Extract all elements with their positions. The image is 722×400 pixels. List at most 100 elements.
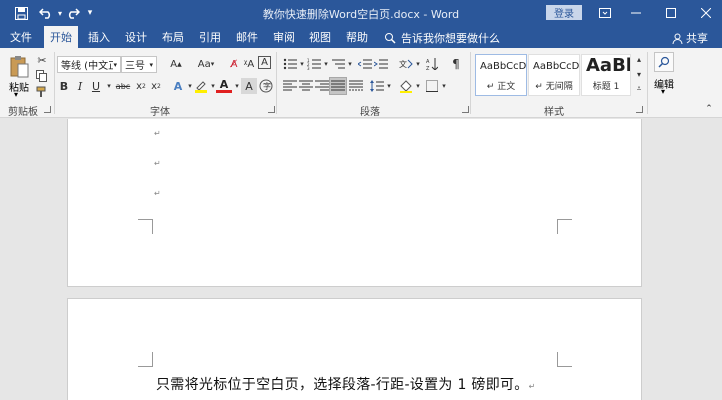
login-button[interactable]: 登录 bbox=[546, 5, 582, 20]
font-launcher-icon[interactable] bbox=[268, 106, 275, 113]
styles-scroll-up-icon[interactable]: ▴ bbox=[634, 52, 644, 66]
grow-font-icon[interactable]: A ▲ bbox=[168, 56, 184, 72]
paste-dropdown-icon[interactable]: ▾ bbox=[14, 90, 18, 99]
svg-text:文: 文 bbox=[399, 59, 407, 69]
title-bar: ▾ ▾ 教你快速删除Word空白页.docx - Word 登录 bbox=[0, 0, 722, 26]
close-icon[interactable] bbox=[695, 3, 717, 23]
format-painter-icon[interactable] bbox=[34, 84, 50, 100]
maximize-icon[interactable] bbox=[660, 3, 682, 23]
tab-design[interactable]: 设计 bbox=[119, 26, 153, 48]
align-center-icon[interactable] bbox=[298, 78, 314, 94]
sort-icon[interactable]: AZ bbox=[424, 56, 440, 72]
italic-icon[interactable]: I bbox=[72, 78, 88, 94]
tab-view[interactable]: 视图 bbox=[303, 26, 337, 48]
strikethrough-icon[interactable]: abc bbox=[114, 78, 132, 94]
svg-text:字: 字 bbox=[263, 81, 271, 91]
redo-icon[interactable] bbox=[64, 4, 82, 22]
styles-more-icon[interactable]: ⩡ bbox=[634, 82, 644, 96]
chevron-down-icon[interactable]: ▾ bbox=[661, 87, 665, 96]
svg-text:A: A bbox=[426, 59, 430, 65]
paragraph-mark: ↵ bbox=[528, 382, 536, 391]
page[interactable]: ↵ ↵ ↵ bbox=[67, 119, 642, 287]
crop-mark bbox=[138, 219, 153, 234]
phonetic-guide-icon[interactable]: ᵡA bbox=[241, 56, 257, 72]
tab-help[interactable]: 帮助 bbox=[340, 26, 374, 48]
distributed-icon[interactable] bbox=[348, 78, 364, 94]
tell-me-box[interactable]: 告诉我你想要做什么 bbox=[384, 30, 500, 45]
style-heading-1[interactable]: AaBl 标题 1 bbox=[581, 54, 631, 96]
minimize-icon[interactable] bbox=[625, 3, 647, 23]
increase-indent-icon[interactable] bbox=[373, 56, 389, 72]
decrease-indent-icon[interactable] bbox=[357, 56, 373, 72]
chevron-down-icon[interactable]: ▾ bbox=[436, 78, 452, 94]
paragraph-group-label: 段落 bbox=[360, 107, 380, 118]
paragraph-mark: ↵ bbox=[154, 159, 161, 168]
character-shading-icon[interactable]: A bbox=[241, 78, 257, 94]
tab-insert[interactable]: 插入 bbox=[82, 26, 116, 48]
share-label: 共享 bbox=[686, 32, 708, 45]
style-no-spacing[interactable]: AaBbCcDi ↵ 无间隔 bbox=[528, 54, 580, 96]
style-sample: AaBl bbox=[586, 55, 631, 76]
show-marks-icon[interactable]: ¶ bbox=[448, 56, 464, 72]
chevron-down-icon: ▾ bbox=[149, 60, 153, 69]
body-text: 只需将光标位于空白页，选择段落-行距-设置为 1 磅即可。 bbox=[156, 377, 529, 393]
group-divider bbox=[470, 52, 471, 114]
style-normal[interactable]: AaBbCcDi ↵ 正文 bbox=[475, 54, 527, 96]
font-name-combo[interactable]: 等线 (中文正文 ▾ bbox=[57, 56, 121, 73]
body-paragraph[interactable]: 只需将光标位于空白页，选择段落-行距-设置为 1 磅即可。↵ bbox=[156, 374, 536, 394]
align-left-icon[interactable] bbox=[282, 78, 298, 94]
undo-icon[interactable] bbox=[36, 4, 56, 22]
bold-icon[interactable]: B bbox=[56, 78, 72, 94]
clipboard-launcher-icon[interactable] bbox=[44, 106, 51, 113]
clear-format-icon[interactable]: A̸ bbox=[226, 56, 242, 72]
share-button[interactable]: 共享 bbox=[672, 30, 708, 46]
save-icon[interactable] bbox=[12, 4, 30, 22]
tab-references[interactable]: 引用 bbox=[193, 26, 227, 48]
collapse-ribbon-icon[interactable]: ⌃ bbox=[704, 104, 714, 114]
superscript-icon[interactable]: x2 bbox=[148, 78, 164, 94]
paste-icon[interactable] bbox=[8, 53, 30, 79]
ribbon: 粘贴 ▾ ✂ 剪贴板 等线 (中文正文 ▾ 三号 ▾ A▲ Aa▾ A̸ ᵡA … bbox=[0, 48, 722, 118]
tell-me-label: 告诉我你想要做什么 bbox=[401, 31, 500, 45]
tab-home[interactable]: 开始 bbox=[44, 26, 78, 48]
chevron-down-icon[interactable]: ▾ bbox=[381, 78, 397, 94]
person-icon bbox=[672, 33, 683, 44]
lightbulb-icon bbox=[385, 32, 396, 44]
search-icon[interactable] bbox=[654, 52, 674, 72]
crop-mark bbox=[557, 219, 572, 234]
group-divider bbox=[276, 52, 277, 114]
tab-layout[interactable]: 布局 bbox=[156, 26, 190, 48]
page[interactable]: 只需将光标位于空白页，选择段落-行距-设置为 1 磅即可。↵ bbox=[67, 298, 642, 400]
style-name: ↵ 正文 bbox=[486, 82, 516, 92]
tab-file[interactable]: 文件 bbox=[4, 26, 38, 48]
align-right-icon[interactable] bbox=[314, 78, 330, 94]
styles-launcher-icon[interactable] bbox=[636, 106, 643, 113]
paragraph-launcher-icon[interactable] bbox=[462, 106, 469, 113]
ribbon-tabs: 文件 开始 插入 设计 布局 引用 邮件 审阅 视图 帮助 告诉我你想要做什么 … bbox=[0, 26, 722, 48]
group-divider bbox=[54, 52, 55, 114]
change-case-icon[interactable]: Aa ▾ bbox=[194, 56, 218, 72]
styles-scroll-down-icon[interactable]: ▾ bbox=[634, 67, 644, 81]
customize-icon[interactable]: ▾ bbox=[85, 4, 95, 22]
subscript-icon[interactable]: x2 bbox=[133, 78, 149, 94]
tab-review[interactable]: 审阅 bbox=[267, 26, 301, 48]
group-divider bbox=[647, 52, 648, 114]
undo-dropdown-icon[interactable]: ▾ bbox=[56, 4, 64, 22]
ribbon-display-icon[interactable] bbox=[594, 3, 616, 23]
tab-mailings[interactable]: 邮件 bbox=[230, 26, 264, 48]
style-name: ↵ 无间隔 bbox=[535, 82, 573, 92]
crop-mark bbox=[138, 352, 153, 367]
character-border-icon[interactable]: A bbox=[258, 56, 271, 69]
cut-icon[interactable]: ✂ bbox=[34, 52, 50, 68]
paragraph-mark: ↵ bbox=[154, 129, 161, 138]
enclose-characters-icon[interactable]: 字 bbox=[258, 78, 274, 94]
paragraph-mark: ↵ bbox=[154, 189, 161, 198]
font-size-value: 三号 bbox=[125, 61, 145, 72]
font-name-value: 等线 (中文正文 bbox=[61, 61, 114, 72]
chevron-down-icon[interactable]: ▾ bbox=[342, 56, 358, 72]
justify-icon[interactable] bbox=[329, 77, 347, 95]
paste-label[interactable]: 粘贴 bbox=[9, 79, 29, 94]
copy-icon[interactable] bbox=[34, 68, 50, 84]
font-size-combo[interactable]: 三号 ▾ bbox=[121, 56, 157, 73]
document-area[interactable]: ↵ ↵ ↵ 只需将光标位于空白页，选择段落-行距-设置为 1 磅即可。↵ bbox=[0, 119, 722, 400]
